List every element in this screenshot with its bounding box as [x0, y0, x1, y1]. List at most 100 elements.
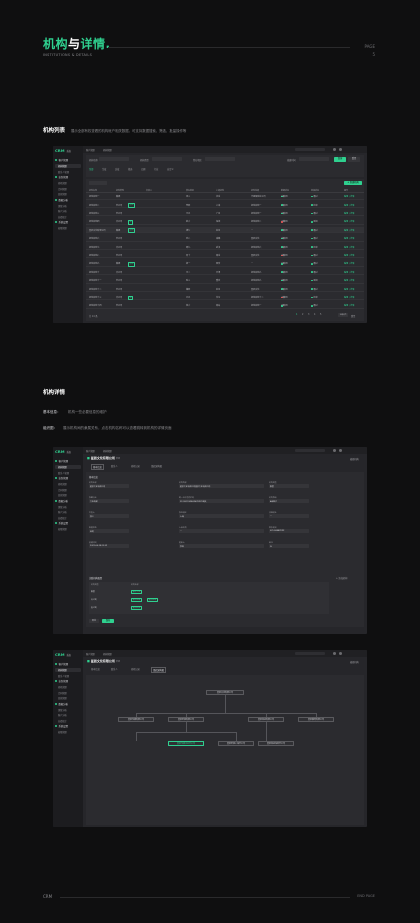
filter-region-select[interactable]	[205, 157, 235, 162]
filter-chip[interactable]: 自定义	[167, 167, 174, 171]
page-button[interactable]: 4	[314, 313, 315, 316]
sidebar-item[interactable]: 回款管理	[58, 696, 67, 700]
filter-chip[interactable]: 失效	[115, 167, 119, 171]
sidebar-item[interactable]: 联系人管理	[58, 471, 69, 475]
filter-chip[interactable]: 已删	[141, 167, 145, 171]
detail-tab[interactable]: 组织架构图	[151, 667, 166, 673]
sidebar-group[interactable]: 数据分析	[55, 702, 69, 706]
column-header[interactable]: 机构等级	[251, 189, 259, 192]
sidebar-group[interactable]: 系统设置	[55, 220, 69, 224]
new-institution-button[interactable]: + 新建机构	[344, 181, 362, 185]
sidebar-group[interactable]: 客户管理	[55, 158, 69, 162]
field-input[interactable]: A级客户	[269, 499, 309, 503]
sidebar-item[interactable]: 商机管理	[58, 181, 67, 185]
related-tag[interactable]: 星辰文化	[131, 589, 142, 595]
field-input[interactable]: 李四	[179, 544, 264, 548]
sidebar-item[interactable]: 权限管理	[58, 226, 67, 230]
table-row[interactable]: 机构名称十四 分公司 蒋六 青岛 机构名称一 B级 启用 通过 编辑 | 详情	[86, 302, 364, 309]
org-node-level2[interactable]: 星辰教育有限公司	[298, 717, 334, 722]
detail-tab[interactable]: 商机记录	[131, 667, 140, 671]
column-header[interactable]: 上级机构	[216, 189, 224, 192]
reset-button[interactable]: 重置	[348, 157, 360, 162]
detail-tab[interactable]: 商机记录	[131, 464, 140, 468]
related-tag[interactable]: 星辰科技	[131, 605, 142, 611]
filter-type-select[interactable]	[152, 157, 182, 162]
sidebar-item[interactable]: 合同管理	[58, 187, 67, 191]
bell-icon[interactable]	[333, 652, 336, 655]
org-node-level2[interactable]: 星辰传媒有限公司	[118, 717, 154, 722]
sidebar-item[interactable]: 权限管理	[58, 527, 67, 531]
search-input[interactable]	[295, 448, 325, 453]
page-button[interactable]: 2	[302, 313, 303, 316]
search-input[interactable]	[295, 147, 325, 152]
sidebar-item[interactable]: 商机管理	[58, 685, 67, 689]
sidebar-item[interactable]: 商机管理	[58, 482, 67, 486]
field-input[interactable]: 启用	[89, 529, 129, 533]
edit-link[interactable]: 编辑机构	[350, 660, 359, 664]
related-tag[interactable]: 星辰传媒	[131, 597, 142, 603]
search-input[interactable]	[295, 651, 325, 656]
bell-icon[interactable]	[333, 449, 336, 452]
table-row[interactable]: 机构名称一 集团 张三 北京 华夏保险总公司 A级 启用 通过 编辑 | 详情	[86, 193, 364, 200]
table-row[interactable]: 机构名称八 分公司 吴十 南京 星辰文化 B级 停用 通过 编辑 | 详情	[86, 252, 364, 259]
column-header[interactable]: 机构类型	[116, 189, 124, 192]
field-input[interactable]: —	[179, 529, 264, 533]
sidebar-item[interactable]: 客户分析	[58, 209, 67, 213]
sidebar-item[interactable]: 客户分析	[58, 713, 67, 717]
save-button[interactable]: 保存	[102, 619, 114, 623]
sidebar-item[interactable]: 机构管理	[55, 465, 81, 469]
sidebar-group[interactable]: 业务管理	[55, 175, 69, 179]
sidebar-group[interactable]: 客户管理	[55, 662, 69, 666]
sidebar-item[interactable]: 联系人管理	[58, 170, 69, 174]
cancel-button[interactable]: 取消	[89, 619, 99, 623]
detail-tab[interactable]: 基本信息	[91, 667, 100, 671]
sidebar-item[interactable]: 销售分析	[58, 204, 67, 208]
field-input[interactable]: —	[269, 514, 309, 518]
field-input[interactable]: 文化传媒	[89, 499, 129, 503]
avatar[interactable]	[339, 449, 342, 452]
bell-icon[interactable]	[333, 148, 336, 151]
filter-chip[interactable]: 行业	[154, 167, 158, 171]
field-input[interactable]: 无	[269, 544, 309, 548]
org-node-level3[interactable]: 星辰影视上海分公司	[218, 741, 254, 746]
table-row[interactable]: 机构名称十二 分公司 褚四 苏州 星辰文化 B级 启用 通过 编辑 | 详情	[86, 285, 364, 293]
breadcrumb-2[interactable]: 机构管理	[103, 148, 112, 152]
row-actions[interactable]: 编辑 | 详情	[344, 304, 354, 307]
field-input[interactable]: 91310115MA1K4XXXX1缺失	[179, 499, 264, 503]
breadcrumb-2[interactable]: 机构管理	[103, 652, 112, 656]
table-row[interactable]: 机构名称十 支公司 冯二 天津 机构名称九 C级 启用 通过 编辑 | 详情	[86, 269, 364, 276]
row-actions[interactable]: 编辑 | 详情	[344, 229, 354, 232]
table-row[interactable]: 星辰文化有限公司 集团 钱七 杭州 — A级 重点 启用 通过 编辑 | 详情	[86, 226, 364, 234]
sidebar-group[interactable]: 系统设置	[55, 521, 69, 525]
field-input[interactable]: 2022-06-18 09:32	[89, 544, 129, 548]
filter-date-input[interactable]	[299, 157, 329, 162]
field-input[interactable]: 星辰文化有限公司	[89, 484, 129, 488]
sidebar-item[interactable]: 合同管理	[58, 488, 67, 492]
table-row[interactable]: 机构名称十三 支公司 卫五 长沙 机构名称十二 C级新停用 待审 编辑 | 详情	[86, 294, 364, 301]
filter-chip[interactable]: 生效	[102, 167, 106, 171]
row-actions[interactable]: 编辑 | 详情	[344, 212, 354, 215]
breadcrumb-1[interactable]: 客户管理	[86, 148, 95, 152]
related-tag[interactable]: 星辰影视	[147, 597, 158, 603]
org-node-level3[interactable]: 星辰科技深圳分公司	[258, 741, 294, 746]
field-input[interactable]: 集团	[269, 484, 309, 488]
table-row[interactable]: 机构名称四 支公司 赵六 深圳 机构名称二 C级新停用 驳回 编辑 | 详情	[86, 218, 364, 225]
breadcrumb-1[interactable]: 客户管理	[86, 449, 95, 453]
row-actions[interactable]: 编辑 | 详情	[344, 254, 354, 257]
column-header[interactable]: 操作	[344, 189, 348, 192]
sidebar-item[interactable]: 销售分析	[58, 505, 67, 509]
table-row[interactable]: 机构名称六 分公司 孙八 成都 星辰文化 B级 启用 通过 编辑 | 详情	[86, 235, 364, 242]
row-actions[interactable]: 编辑 | 详情	[344, 246, 354, 249]
detail-tab[interactable]: 联系人	[111, 667, 118, 671]
table-row[interactable]: 机构名称七 支公司 周九 武汉 机构名称六 C级 启用 待审 编辑 | 详情	[86, 243, 364, 251]
goto-page[interactable]: 跳至	[351, 314, 355, 318]
field-input[interactable]: 上海	[179, 514, 264, 518]
org-node-level3[interactable]: 星辰传媒北京分公司	[168, 741, 204, 746]
sidebar-item[interactable]: 合同管理	[58, 691, 67, 695]
sidebar-item[interactable]: 机构管理	[55, 164, 81, 168]
column-header[interactable]: 数据状态	[281, 189, 289, 192]
row-actions[interactable]: 编辑 | 详情	[344, 279, 354, 282]
row-actions[interactable]: 编辑 | 详情	[344, 195, 354, 198]
query-button[interactable]: 查询	[334, 157, 346, 162]
sidebar-item[interactable]: 业绩统计	[58, 719, 67, 723]
